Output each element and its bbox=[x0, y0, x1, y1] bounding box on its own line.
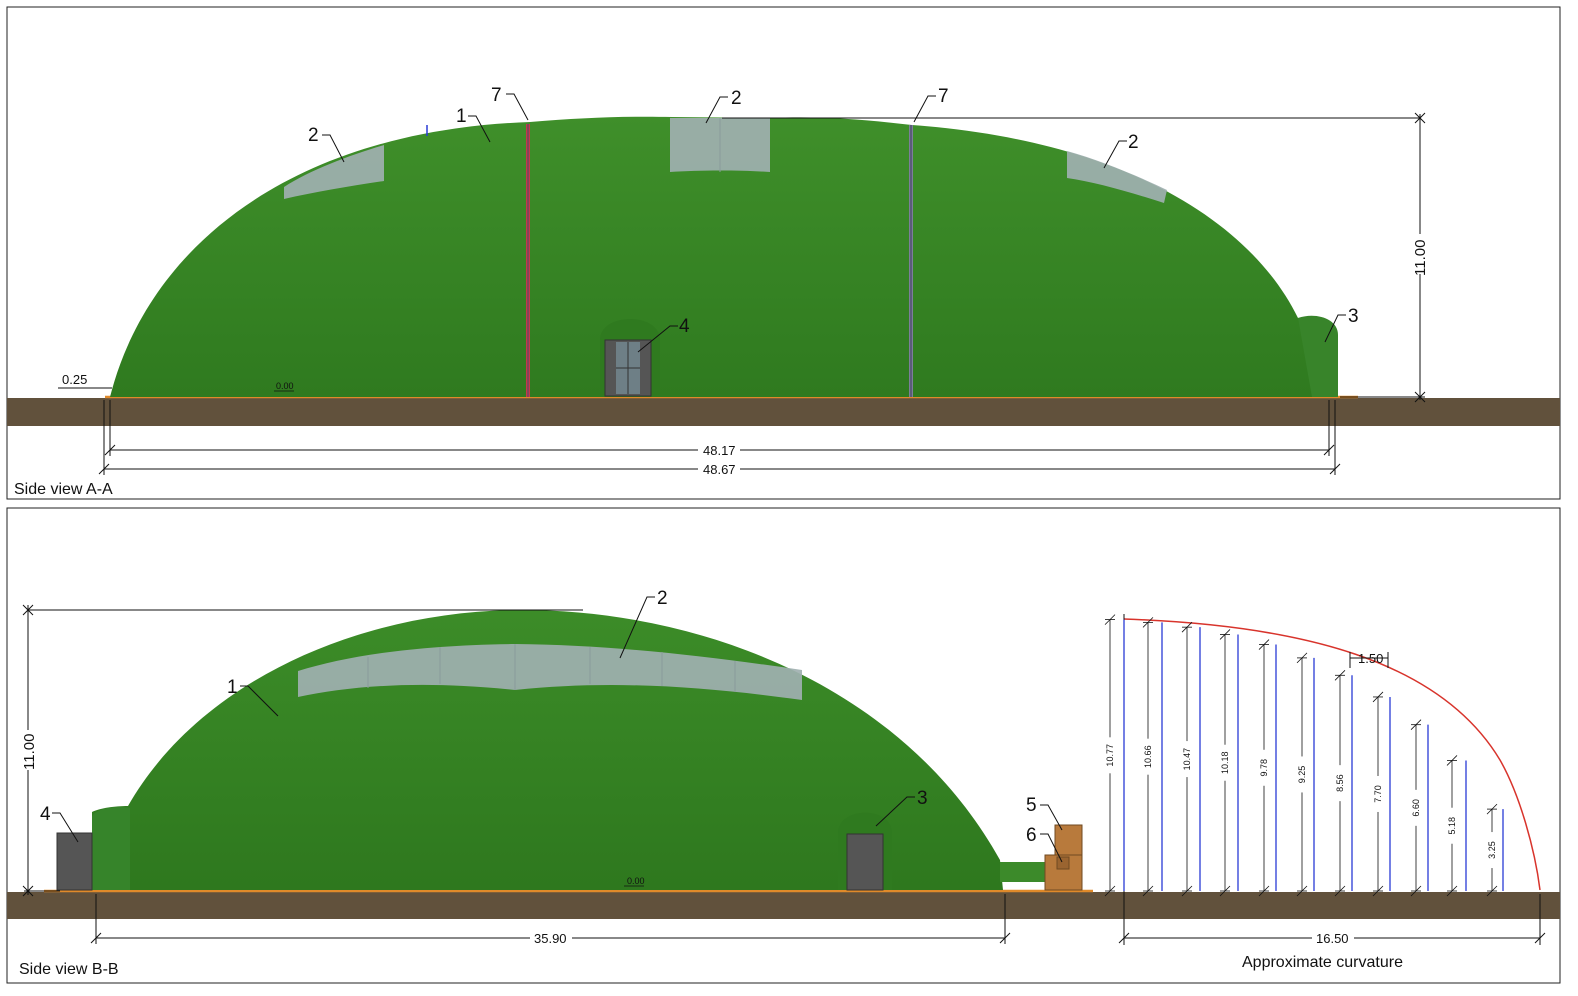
callout-b-5: 5 bbox=[1026, 795, 1037, 816]
curvature-height-8: 7.70 bbox=[1373, 785, 1383, 803]
blower-box-cap bbox=[1056, 856, 1070, 870]
dim-a-height: 11.00 bbox=[1412, 240, 1429, 276]
curvature-spacing: 1.50 bbox=[1358, 651, 1383, 666]
callout-a-1: 1 bbox=[456, 106, 467, 127]
caption-side-view-a: Side view A-A bbox=[14, 481, 113, 498]
curvature-span: 16.50 bbox=[1316, 931, 1349, 946]
drawing-sheet: 0.00 11.00 0.25 48.17 48.67 1 2 2 2 3 4 … bbox=[6, 6, 1561, 984]
callout-a-4: 4 bbox=[679, 316, 690, 337]
curvature-height-6: 9.25 bbox=[1297, 766, 1307, 784]
callout-b-6: 6 bbox=[1026, 825, 1037, 846]
callout-a-2-right: 2 bbox=[1128, 132, 1139, 153]
callout-a-2-center: 2 bbox=[731, 88, 742, 109]
curvature-height-10: 5.18 bbox=[1447, 817, 1457, 835]
curvature-height-3: 10.47 bbox=[1182, 748, 1192, 771]
callout-b-4: 4 bbox=[40, 804, 51, 825]
caption-side-view-b: Side view B-B bbox=[19, 961, 119, 978]
panel-side-view-a: 0.00 11.00 0.25 48.17 48.67 1 2 2 2 3 4 … bbox=[6, 6, 1561, 500]
callout-a-7-right: 7 bbox=[938, 86, 949, 107]
dim-a-width-inner: 48.17 bbox=[703, 443, 736, 458]
dim-a-width-outer: 48.67 bbox=[703, 462, 736, 477]
end-lobe-b bbox=[92, 806, 130, 890]
callout-b-2: 2 bbox=[657, 588, 668, 609]
ground-strip-b bbox=[7, 892, 1560, 919]
curvature-height-9: 6.60 bbox=[1411, 799, 1421, 817]
curvature-height-5: 9.78 bbox=[1259, 759, 1269, 777]
callout-a-7-left: 7 bbox=[491, 85, 502, 106]
door-b-right bbox=[846, 833, 884, 891]
curvature-height-4: 10.18 bbox=[1220, 751, 1230, 774]
curvature-height-7: 8.56 bbox=[1335, 774, 1345, 792]
callout-a-3: 3 bbox=[1348, 306, 1359, 327]
callout-a-2-left: 2 bbox=[308, 125, 319, 146]
curvature-height-2: 10.66 bbox=[1143, 745, 1153, 768]
blower-box-upper bbox=[1054, 824, 1083, 858]
ground-strip-a bbox=[7, 398, 1560, 426]
callout-b-1: 1 bbox=[227, 677, 238, 698]
door-b-left bbox=[56, 832, 93, 891]
panel-side-view-b: 0.00 11.00 35.90 1 2 3 4 5 6 Side view B… bbox=[6, 507, 1561, 984]
curvature-height-11: 3.25 bbox=[1487, 841, 1497, 859]
dim-b-width: 35.90 bbox=[534, 931, 567, 946]
level-mark-b: 0.00 bbox=[627, 876, 645, 886]
air-duct-b bbox=[1000, 862, 1045, 882]
dim-a-offset: 0.25 bbox=[62, 372, 87, 387]
caption-curvature: Approximate curvature bbox=[1242, 954, 1403, 971]
curvature-height-1: 10.77 bbox=[1105, 744, 1115, 767]
callout-b-3: 3 bbox=[917, 788, 928, 809]
dim-b-height: 11.00 bbox=[21, 734, 38, 770]
level-mark-a: 0.00 bbox=[276, 381, 294, 391]
